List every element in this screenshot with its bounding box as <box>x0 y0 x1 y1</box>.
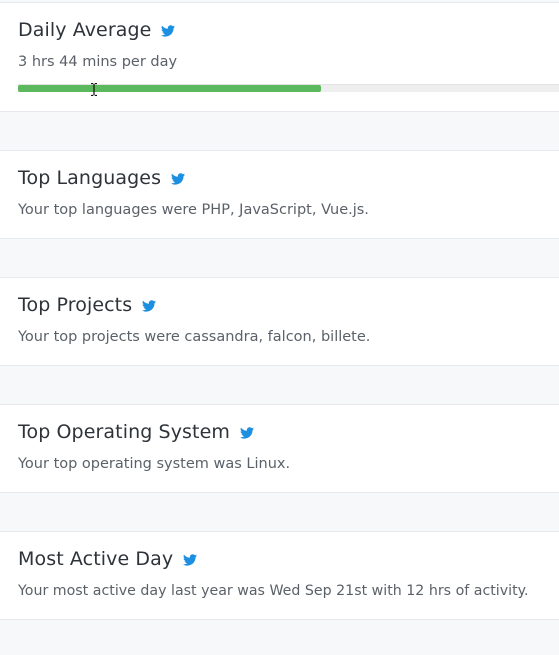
twitter-icon[interactable] <box>171 173 186 185</box>
top-os-card: Top Operating System Your top operating … <box>0 404 559 493</box>
top-projects-title-row: Top Projects <box>18 294 157 316</box>
twitter-icon[interactable] <box>142 300 157 312</box>
most-active-day-title-row: Most Active Day <box>18 548 198 570</box>
twitter-icon[interactable] <box>161 25 176 37</box>
card-title: Top Languages <box>18 167 162 189</box>
card-title: Daily Average <box>18 19 152 41</box>
daily-average-card: Daily Average 3 hrs 44 mins per day <box>0 2 559 112</box>
most-active-day-text: Your most active day last year was Wed S… <box>18 583 529 599</box>
most-active-day-card: Most Active Day Your most active day las… <box>0 531 559 620</box>
top-os-title-row: Top Operating System <box>18 421 254 443</box>
progress-fill <box>18 85 321 92</box>
card-title: Top Projects <box>18 294 133 316</box>
card-title: Top Operating System <box>18 421 230 443</box>
twitter-icon[interactable] <box>239 427 254 439</box>
top-languages-text: Your top languages were PHP, JavaScript,… <box>18 202 369 218</box>
daily-average-title-row: Daily Average <box>18 19 176 41</box>
card-title: Most Active Day <box>18 548 174 570</box>
daily-average-text: 3 hrs 44 mins per day <box>18 54 178 70</box>
top-os-text: Your top operating system was Linux. <box>18 456 291 472</box>
daily-average-progress-bar <box>18 84 559 92</box>
top-languages-card: Top Languages Your top languages were PH… <box>0 150 559 239</box>
top-projects-text: Your top projects were cassandra, falcon… <box>18 329 371 345</box>
top-languages-title-row: Top Languages <box>18 167 186 189</box>
top-projects-card: Top Projects Your top projects were cass… <box>0 277 559 366</box>
text-cursor-icon <box>90 83 98 96</box>
twitter-icon[interactable] <box>183 554 198 566</box>
